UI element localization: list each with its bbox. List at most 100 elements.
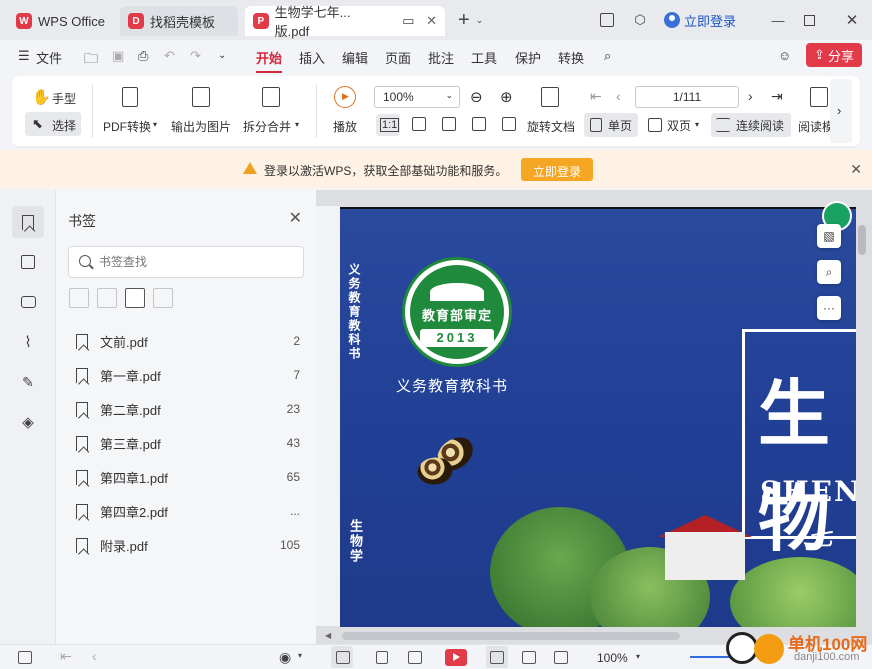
fit-width-icon[interactable] xyxy=(442,117,456,131)
save-icon[interactable]: ▣ xyxy=(112,48,124,64)
double-page-view-icon[interactable] xyxy=(408,651,422,664)
bookmark-search-input[interactable] xyxy=(99,253,289,271)
layers-panel-button[interactable]: ◈ xyxy=(12,406,44,438)
bookmark-item[interactable]: 第四章2.pdf ... xyxy=(76,499,300,523)
close-tab-icon[interactable]: ✕ xyxy=(426,13,437,29)
bookmark-item[interactable]: 附录.pdf 105 xyxy=(76,533,300,557)
undo-icon[interactable]: ↶ xyxy=(164,48,175,64)
chat-icon[interactable]: ☺ xyxy=(778,48,791,63)
eye-icon[interactable]: ◉ xyxy=(279,649,291,666)
add-bookmark-icon[interactable] xyxy=(125,288,145,308)
rotate-right-icon[interactable] xyxy=(502,117,516,131)
first-page-icon[interactable]: ⇤ xyxy=(60,648,72,665)
image-edit-icon[interactable]: ▧ xyxy=(817,224,841,248)
print-icon[interactable]: ⎙ xyxy=(138,48,148,64)
bookmark-panel-button[interactable] xyxy=(12,206,44,238)
tab-wps-office[interactable]: W WPS Office xyxy=(8,6,116,36)
page-number-input[interactable]: 1/111 xyxy=(635,86,739,108)
chevron-down-icon: ▾ xyxy=(153,120,158,129)
double-page-icon xyxy=(648,118,662,132)
bookmark-page: 43 xyxy=(286,436,300,450)
cover-subtitle: 义务教育教科书 xyxy=(396,377,509,395)
zoom-out-icon[interactable]: ⊖ xyxy=(470,88,483,106)
status-zoom-value[interactable]: 100% xyxy=(597,651,628,665)
rotate-left-icon[interactable] xyxy=(472,117,486,131)
read-mode-button[interactable]: 阅读模 xyxy=(798,118,830,135)
next-page-icon[interactable]: › xyxy=(748,88,753,104)
expand-all-icon[interactable] xyxy=(69,288,89,308)
horizontal-scrollbar[interactable] xyxy=(342,632,680,640)
minimize-button[interactable]: — xyxy=(770,0,786,40)
zoom-in-icon[interactable]: ⊕ xyxy=(500,88,513,106)
maximize-button[interactable] xyxy=(804,0,815,40)
signature-panel-button[interactable]: ✎ xyxy=(12,366,44,398)
play-slideshow-button[interactable] xyxy=(445,649,467,666)
menu-file[interactable]: 文件 xyxy=(36,48,62,67)
monitor-icon[interactable]: ▭ xyxy=(400,13,416,29)
last-page-icon[interactable]: ⇥ xyxy=(771,88,783,105)
menu-page[interactable]: 页面 xyxy=(385,48,411,67)
cube-icon[interactable]: ⬡ xyxy=(632,0,648,40)
previous-page-icon[interactable]: ‹ xyxy=(92,648,97,664)
layout-icon[interactable] xyxy=(600,0,614,40)
avatar xyxy=(664,12,680,28)
menu-tools[interactable]: 工具 xyxy=(471,48,497,67)
menu-annotate[interactable]: 批注 xyxy=(428,48,454,67)
redo-icon[interactable]: ↷ xyxy=(190,48,201,64)
split-merge-button[interactable]: 拆分合并 xyxy=(243,118,291,135)
bookmark-item[interactable]: 第一章.pdf 7 xyxy=(76,363,300,387)
bookmark-item[interactable]: 第三章.pdf 43 xyxy=(76,431,300,455)
new-tab-button[interactable]: + ⌄ xyxy=(458,0,483,40)
bookmark-icon xyxy=(76,435,88,451)
thumbnail-panel-button[interactable] xyxy=(12,246,44,278)
more-options-icon[interactable]: ··· xyxy=(817,296,841,320)
activation-notice: 登录以激活WPS，获取全部基础功能和服务。 立即登录 ✕ xyxy=(0,150,872,188)
menu-convert[interactable]: 转换 xyxy=(558,48,584,67)
attachment-panel-button[interactable]: ⌇ xyxy=(12,326,44,358)
search-icon[interactable]: ⌕ xyxy=(604,48,611,64)
menu-start[interactable]: 开始 xyxy=(256,48,283,73)
magnify-icon[interactable]: ⌕ xyxy=(817,260,841,284)
maximize-icon xyxy=(804,14,815,26)
fit-width-icon[interactable] xyxy=(554,651,568,664)
scroll-left-icon[interactable]: ◀ xyxy=(325,631,331,640)
fit-page-icon[interactable] xyxy=(412,117,426,131)
menu-edit[interactable]: 编辑 xyxy=(342,48,368,67)
rotate-document-button[interactable]: 旋转文档 xyxy=(527,118,575,135)
watermark-site-url: danji100.com xyxy=(794,651,860,663)
comment-panel-button[interactable] xyxy=(12,286,44,318)
close-notice-icon[interactable]: ✕ xyxy=(850,161,862,178)
fit-page-icon[interactable] xyxy=(522,651,536,664)
hand-tool-button[interactable]: 手型 xyxy=(52,90,76,107)
tab-docer-templates[interactable]: D 找稻壳模板 xyxy=(120,6,238,36)
document-viewer[interactable]: 义务教育教科书 生物学 教育部审定 2013 义务教育教科书 生物 SHENG … xyxy=(316,190,872,644)
bookmark-page: 7 xyxy=(293,368,300,382)
sidebar-toggle-icon[interactable] xyxy=(18,651,32,664)
pdf-convert-button[interactable]: PDF转换 xyxy=(103,118,151,135)
bookmark-item[interactable]: 第二章.pdf 23 xyxy=(76,397,300,421)
bookmark-item[interactable]: 第四章1.pdf 65 xyxy=(76,465,300,489)
export-image-button[interactable]: 输出为图片 xyxy=(171,118,231,135)
double-page-button[interactable]: 双页 xyxy=(667,117,691,134)
delete-bookmark-icon[interactable] xyxy=(153,288,173,308)
login-button[interactable]: 立即登录 xyxy=(664,0,736,40)
close-window-button[interactable]: ✕ xyxy=(844,0,860,40)
play-button[interactable]: 播放 xyxy=(333,118,357,135)
vertical-scrollbar[interactable] xyxy=(858,225,866,255)
folder-icon[interactable]: 🗀 xyxy=(84,48,98,72)
ribbon-scroll-right[interactable]: › xyxy=(830,79,852,143)
collapse-all-icon[interactable] xyxy=(97,288,117,308)
chevron-down-icon[interactable]: ⌄ xyxy=(218,50,226,61)
single-page-view-icon[interactable] xyxy=(376,651,388,664)
close-panel-icon[interactable]: ✕ xyxy=(289,208,302,228)
menu-protect[interactable]: 保护 xyxy=(515,48,541,67)
previous-page-icon[interactable]: ‹ xyxy=(616,88,621,104)
notice-login-button[interactable]: 立即登录 xyxy=(521,158,593,181)
hamburger-icon[interactable]: ☰ xyxy=(18,48,30,64)
tab-pdf-document[interactable]: P 生物学七年...版.pdf ▭ ✕ xyxy=(245,5,445,39)
zoom-select[interactable]: 100% ⌄ xyxy=(374,86,460,108)
menu-insert[interactable]: 插入 xyxy=(299,48,325,67)
first-page-icon[interactable]: ⇤ xyxy=(590,88,602,105)
share-button[interactable]: ⇪ 分享 xyxy=(806,43,862,67)
bookmark-item[interactable]: 文前.pdf 2 xyxy=(76,329,300,353)
